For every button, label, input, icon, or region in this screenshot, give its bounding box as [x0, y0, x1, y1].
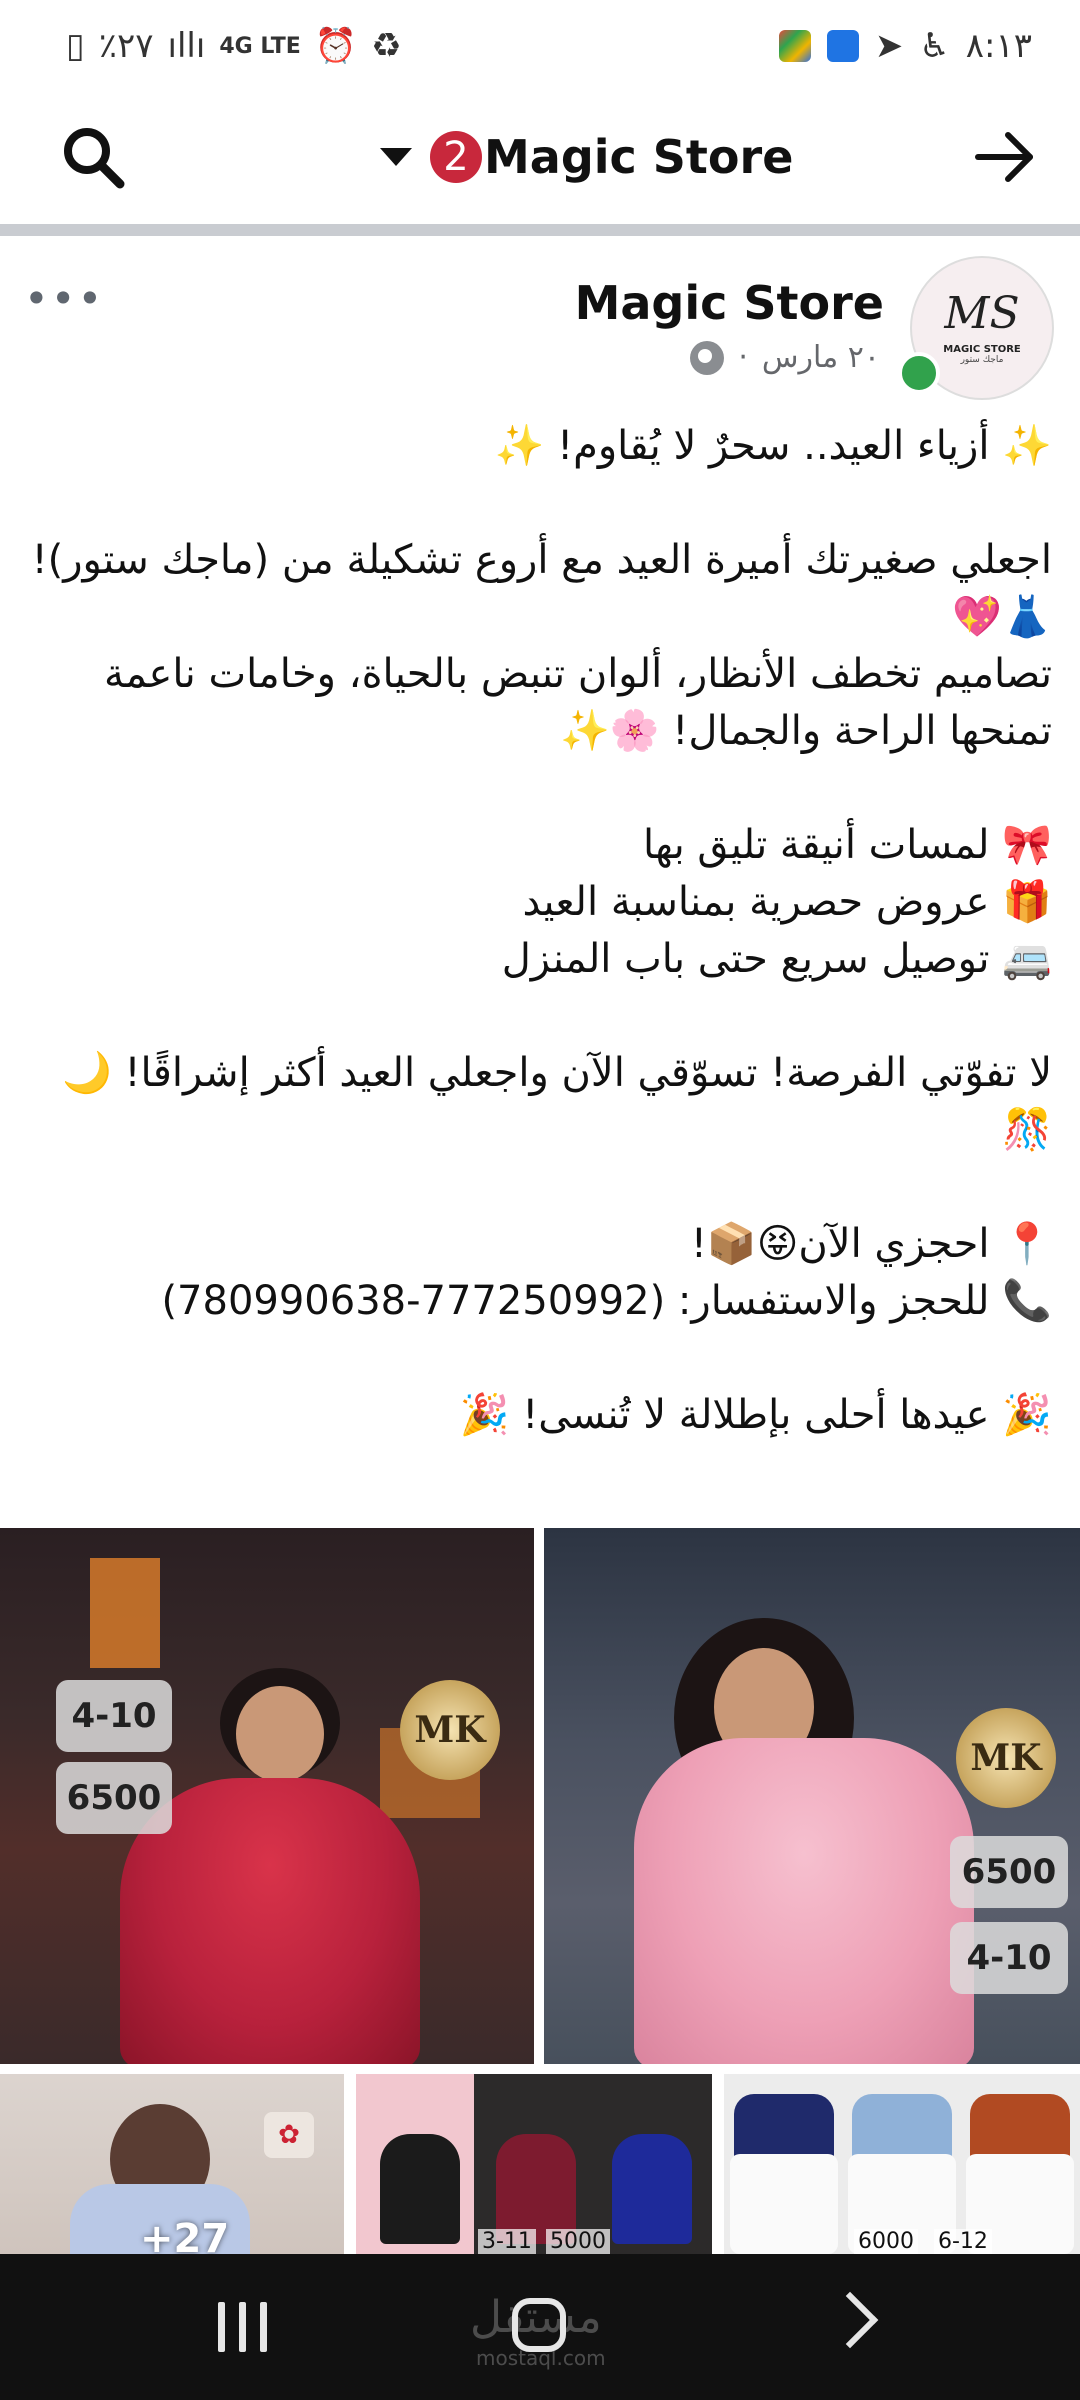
mk-logo: MK — [956, 1708, 1056, 1808]
post-header: ••• Magic Store ٢٠ مارس · MS MAGIC STORE… — [0, 236, 1080, 406]
price-label: 6500 — [56, 1762, 172, 1834]
thumbnail-3[interactable]: 6000 6-12 — [724, 2074, 1080, 2254]
more-photos-count: +27 — [140, 2216, 230, 2254]
avatar-brand-arabic: ماجك ستور — [960, 354, 1004, 365]
white-skirt — [730, 2154, 838, 2254]
system-nav-bar: مستقل mostaql.com — [0, 2254, 1080, 2400]
search-icon[interactable] — [58, 122, 128, 192]
post-date: ٢٠ مارس — [761, 340, 880, 375]
girl-face — [236, 1686, 324, 1782]
size-label: 4-10 — [950, 1922, 1068, 1994]
post-text: ✨ أزياء العيد.. سحرٌ لا يُقاوم! ✨ اجعلي … — [31, 423, 1052, 1438]
app-bar: 2 Magic Store — [0, 96, 1080, 222]
store-notification-icon — [826, 30, 859, 62]
background-window — [90, 1558, 160, 1668]
signal-icon: ıllı — [167, 26, 206, 66]
caret-down-icon — [380, 148, 412, 166]
black-dress — [380, 2134, 460, 2244]
avatar-brand: MAGIC STORE — [943, 343, 1021, 355]
app-notification-icon — [778, 30, 811, 62]
back-button[interactable] — [821, 2291, 879, 2349]
blue-dress — [612, 2134, 692, 2244]
status-right: ➤ ♿ ٨:١٣ — [778, 26, 1032, 66]
telegram-icon: ➤ — [874, 26, 904, 66]
network-type: 4G LTE — [219, 33, 301, 59]
battery-percent: ٪٢٧ — [98, 26, 154, 66]
post-photo-2[interactable]: MK 6500 4-10 — [544, 1528, 1080, 2064]
size-label: 6-12 — [934, 2229, 992, 2254]
status-time: ٨:١٣ — [965, 26, 1032, 66]
meta-separator: · — [738, 340, 748, 375]
tag-icon: ✿ — [264, 2112, 314, 2158]
recents-button[interactable] — [218, 2302, 267, 2352]
notification-badge: 2 — [430, 131, 482, 183]
header-divider — [0, 224, 1080, 236]
page-title: Magic Store — [484, 130, 794, 184]
alarm-icon: ⏰ — [314, 26, 358, 66]
status-left: ▯ ٪٢٧ ıllı 4G LTE ⏰ ♻ — [66, 26, 402, 66]
price-label: 6000 — [854, 2229, 918, 2254]
more-options-icon[interactable]: ••• — [24, 274, 104, 323]
avatar-monogram: MS — [944, 287, 1020, 339]
page-switcher[interactable]: 2 Magic Store — [380, 122, 793, 192]
thumbnail-1[interactable]: ✿ +27 — [0, 2074, 344, 2254]
online-indicator — [898, 352, 940, 394]
arrow-forward-icon[interactable] — [970, 122, 1040, 192]
battery-icon: ▯ — [66, 26, 85, 66]
post-meta: ٢٠ مارس · — [690, 340, 880, 375]
status-bar: ▯ ٪٢٧ ıllı 4G LTE ⏰ ♻ ➤ ♿ ٨:١٣ — [0, 0, 1080, 96]
post-author[interactable]: Magic Store — [575, 276, 884, 330]
recycle-icon: ♻ — [371, 26, 402, 66]
mk-logo: MK — [400, 1680, 500, 1780]
post-photo-1[interactable]: MK 4-10 6500 — [0, 1528, 534, 2064]
thumbnail-2[interactable]: 3-11 5000 — [356, 2074, 712, 2254]
burgundy-dress — [496, 2134, 576, 2244]
price-label: 6500 — [950, 1836, 1068, 1908]
globe-icon — [690, 340, 725, 375]
pink-dress — [634, 1738, 974, 2064]
home-button[interactable] — [512, 2298, 566, 2352]
price-label: 5000 — [546, 2229, 610, 2254]
size-label: 3-11 — [478, 2229, 536, 2254]
accessibility-icon: ♿ — [919, 26, 950, 66]
size-label: 4-10 — [56, 1680, 172, 1752]
